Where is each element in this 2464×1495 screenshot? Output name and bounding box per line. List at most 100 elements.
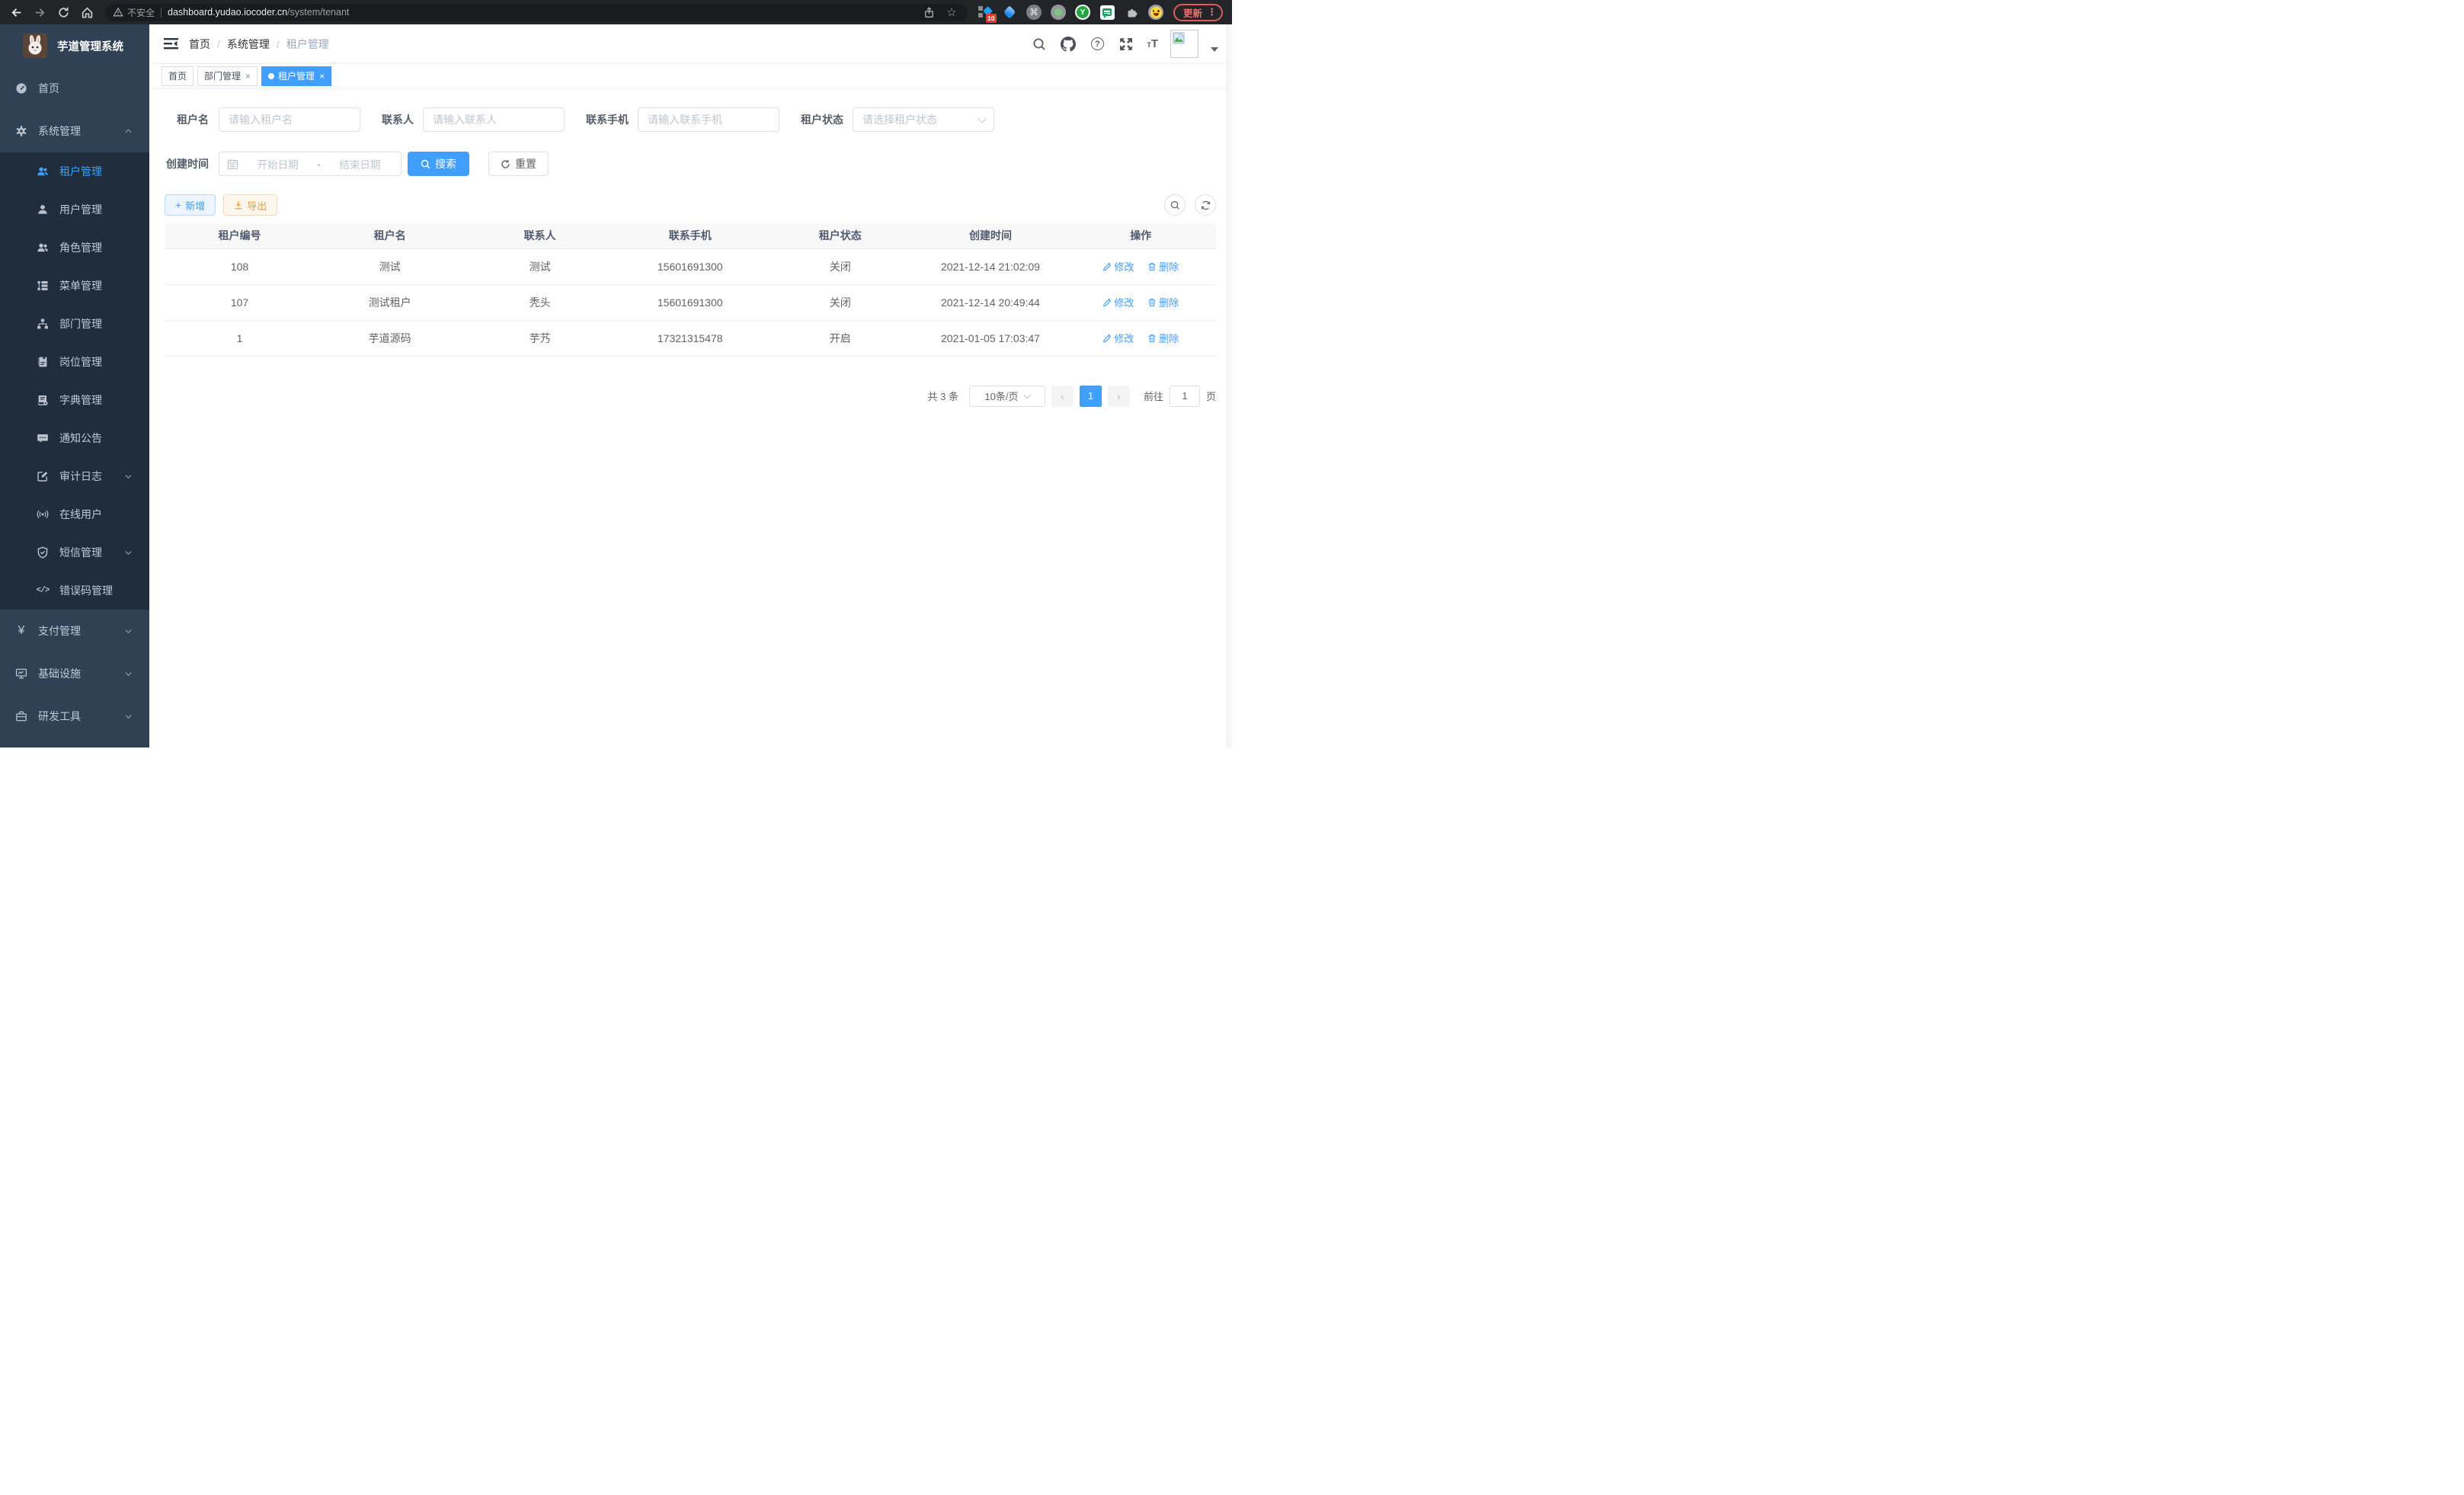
- sidebar-item-infra[interactable]: 基础设施: [0, 652, 149, 695]
- tenant-name-input[interactable]: [219, 107, 360, 132]
- browser-forward-icon[interactable]: [30, 2, 50, 22]
- edit-link[interactable]: 修改: [1102, 331, 1134, 345]
- extension-y-icon[interactable]: Y: [1074, 4, 1091, 21]
- search-button[interactable]: 搜索: [408, 152, 469, 176]
- browser-menu-icon[interactable]: ⋮: [1207, 6, 1217, 18]
- tags-view: 首页 部门管理 × 租户管理 ×: [149, 64, 1232, 88]
- status-select[interactable]: 请选择租户状态: [853, 107, 994, 132]
- font-size-icon[interactable]: TT: [1147, 38, 1158, 50]
- tag-home[interactable]: 首页: [162, 66, 194, 86]
- extension-emoji-icon[interactable]: [1147, 4, 1164, 21]
- omnibox-divider: [161, 8, 162, 18]
- export-button[interactable]: 导出: [223, 194, 277, 216]
- tag-tenant-active[interactable]: 租户管理 ×: [261, 66, 331, 86]
- page-scrollbar[interactable]: [1227, 24, 1232, 748]
- browser-reload-icon[interactable]: [53, 2, 73, 22]
- fullscreen-icon[interactable]: [1118, 36, 1134, 53]
- help-icon[interactable]: ?: [1089, 36, 1106, 53]
- sidebar-item-audit-log[interactable]: 审计日志: [0, 457, 149, 495]
- chevron-down-icon: [124, 549, 133, 557]
- search-icon[interactable]: [1031, 36, 1048, 53]
- close-icon[interactable]: ×: [319, 72, 325, 81]
- breadcrumb-home[interactable]: 首页: [189, 37, 210, 52]
- extension-grid-icon[interactable]: 10: [977, 4, 994, 21]
- phone-input[interactable]: [638, 107, 779, 132]
- sidebar-item-menu[interactable]: 菜单管理: [0, 267, 149, 305]
- goto-page-input[interactable]: [1170, 386, 1200, 407]
- navbar-actions: ? TT: [1031, 30, 1218, 58]
- extension-badge: 10: [986, 14, 997, 24]
- chevron-down-icon: [124, 472, 133, 481]
- delete-link[interactable]: 删除: [1147, 295, 1179, 309]
- security-label[interactable]: 不安全: [127, 6, 155, 19]
- create-time-range-picker[interactable]: 开始日期 - 结束日期: [219, 152, 402, 176]
- url-host: dashboard.yudao.iocoder.cn: [168, 7, 287, 18]
- page-size-select[interactable]: 10条/页: [969, 386, 1045, 407]
- browser-toolbar: 不安全 dashboard.yudao.iocoder.cn/system/te…: [0, 0, 1232, 24]
- extension-record-icon[interactable]: [1050, 4, 1067, 21]
- avatar[interactable]: [1170, 30, 1198, 58]
- app-logo-rabbit: [23, 34, 47, 58]
- breadcrumb-current: 租户管理: [286, 37, 329, 52]
- sidebar-item-sms[interactable]: 短信管理: [0, 533, 149, 571]
- status-text: 关闭: [765, 284, 915, 320]
- gear-icon: [15, 125, 27, 137]
- menu-tree-icon: [37, 280, 49, 292]
- next-page-button[interactable]: ›: [1108, 386, 1130, 407]
- edit-link[interactable]: 修改: [1102, 259, 1134, 274]
- extension-puzzle-icon[interactable]: [1123, 4, 1140, 21]
- tag-dept[interactable]: 部门管理 ×: [197, 66, 258, 86]
- toolbox-icon: [15, 710, 27, 722]
- bookmark-star-icon[interactable]: ☆: [943, 4, 960, 21]
- refresh-icon: [501, 159, 510, 169]
- table-toolbar: + 新增 导出: [165, 194, 1216, 216]
- app-logo-row[interactable]: 芋道管理系统: [0, 24, 149, 67]
- share-icon[interactable]: [920, 4, 937, 21]
- sidebar-collapse-icon[interactable]: [157, 30, 184, 58]
- delete-link[interactable]: 删除: [1147, 331, 1179, 345]
- sidebar-item-devtool[interactable]: 研发工具: [0, 695, 149, 738]
- trash-icon: [1147, 334, 1157, 343]
- add-button[interactable]: + 新增: [165, 194, 216, 216]
- user-icon: [37, 203, 49, 216]
- extension-kite-icon[interactable]: [1001, 4, 1018, 21]
- sidebar-item-system[interactable]: 系统管理: [0, 110, 149, 152]
- browser-back-icon[interactable]: [6, 2, 26, 22]
- breadcrumb-system[interactable]: 系统管理: [227, 37, 270, 52]
- contact-input[interactable]: [423, 107, 565, 132]
- col-status: 租户状态: [765, 223, 915, 248]
- extension-command-icon[interactable]: ⌘: [1026, 4, 1042, 21]
- edit-link[interactable]: 修改: [1102, 295, 1134, 309]
- sidebar-item-notice[interactable]: 通知公告: [0, 419, 149, 457]
- show-search-icon[interactable]: [1164, 194, 1186, 216]
- refresh-table-icon[interactable]: [1195, 194, 1216, 216]
- extension-chat-icon[interactable]: [1099, 4, 1115, 21]
- sidebar-item-error-code[interactable]: </> 错误码管理: [0, 571, 149, 610]
- github-icon[interactable]: [1060, 36, 1077, 53]
- delete-link[interactable]: 删除: [1147, 259, 1179, 274]
- sidebar-item-online-user[interactable]: 在线用户: [0, 495, 149, 533]
- search-icon: [421, 159, 430, 169]
- browser-home-icon[interactable]: [77, 2, 97, 22]
- total-count: 共 3 条: [928, 389, 958, 403]
- reset-button[interactable]: 重置: [488, 152, 549, 176]
- sidebar-item-tenant[interactable]: 租户管理: [0, 152, 149, 190]
- page-unit-label: 页: [1206, 389, 1216, 403]
- address-bar[interactable]: 不安全 dashboard.yudao.iocoder.cn/system/te…: [105, 4, 968, 21]
- sidebar-item-dept[interactable]: 部门管理: [0, 305, 149, 343]
- end-date-placeholder: 结束日期: [327, 156, 393, 171]
- prev-page-button[interactable]: ‹: [1051, 386, 1074, 407]
- sidebar-item-payment[interactable]: ¥ 支付管理: [0, 610, 149, 652]
- sidebar-item-home[interactable]: 首页: [0, 67, 149, 110]
- current-page-button[interactable]: 1: [1080, 386, 1102, 407]
- sidebar-item-post[interactable]: 岗位管理: [0, 343, 149, 381]
- sidebar-item-user[interactable]: 用户管理: [0, 190, 149, 229]
- create-time-label: 创建时间: [165, 156, 209, 171]
- log-edit-icon: [37, 470, 49, 482]
- sidebar-item-dict[interactable]: 字典管理: [0, 381, 149, 419]
- close-icon[interactable]: ×: [245, 72, 251, 81]
- col-phone: 联系手机: [615, 223, 765, 248]
- sidebar-item-role[interactable]: 角色管理: [0, 229, 149, 267]
- avatar-dropdown-icon[interactable]: [1211, 47, 1218, 52]
- browser-update-button[interactable]: 更新 ⋮: [1173, 4, 1223, 21]
